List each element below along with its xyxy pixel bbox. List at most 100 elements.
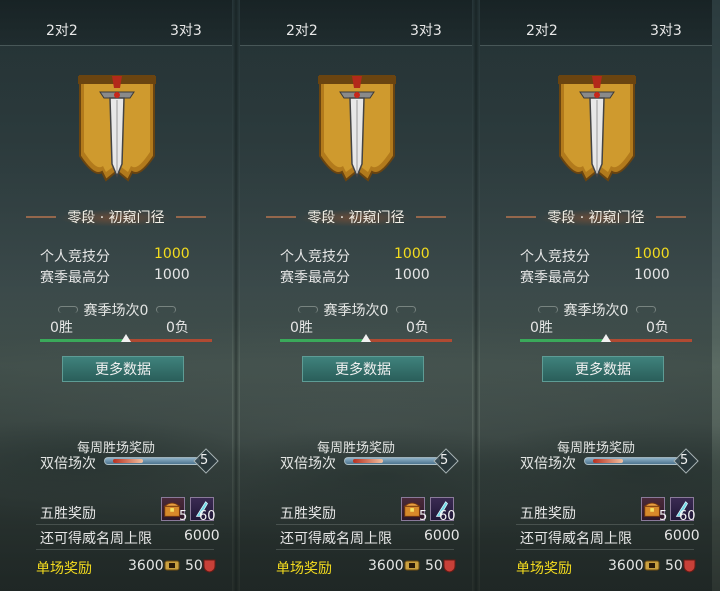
win-ratio-fill [520,339,606,342]
arena-panel-3: 2对2 3对3 零段 · 初窥门径 个人竞技分 1000 赛季最高分 1000 … [480,0,712,591]
wins-count: 0胜 [50,320,73,336]
weekly-reward-title: 每周胜场奖励 [76,441,155,456]
tab-3v3[interactable]: 3对3 [410,20,442,40]
losses-count: 0负 [406,320,429,336]
chest-count: 5 [419,509,428,524]
rank-ornament-left [266,216,296,218]
cloud-ornament-icon [156,306,176,313]
rank-title: 零段 · 初窥门径 [26,207,206,229]
single-reward-coins: 3600 [368,558,404,574]
shield-icon [203,559,216,573]
mode-tabs: 2对2 3对3 [240,0,472,46]
more-data-button[interactable]: 更多数据 [62,356,184,382]
prestige-limit-value: 6000 [184,528,220,544]
row-divider [36,524,214,525]
arena-panel-1: 2对2 3对3 零段 · 初窥门径 个人竞技分 1000 赛季最高分 1000 … [0,0,232,591]
coin-icon [164,560,180,571]
cloud-ornament-icon [636,306,656,313]
more-data-button[interactable]: 更多数据 [302,356,424,382]
single-reward-label: 单场奖励 [36,561,92,577]
panel-divider [232,0,240,591]
single-reward-coins: 3600 [608,558,644,574]
single-reward-label: 单场奖励 [276,561,332,577]
rank-title-text: 零段 · 初窥门径 [547,210,645,226]
coin-icon [404,560,420,571]
double-matches-progress [584,457,680,465]
rank-ornament-right [656,216,686,218]
row-divider [36,549,214,550]
personal-score-label: 个人竞技分 [40,249,110,265]
double-matches-progress [104,457,200,465]
feather-count: 60 [439,509,456,524]
personal-score-value: 1000 [154,246,190,262]
win-ratio-marker [121,334,131,342]
cloud-ornament-icon [396,306,416,313]
weekly-reward-title: 每周胜场奖励 [556,441,635,456]
double-matches-label: 双倍场次 [520,456,576,472]
single-reward-label: 单场奖励 [516,561,572,577]
double-matches-glow [113,459,143,463]
double-matches-label: 双倍场次 [280,456,336,472]
season-matches: 赛季场次0 [323,303,389,319]
panel-divider [472,0,480,591]
tab-3v3[interactable]: 3对3 [650,20,682,40]
tab-divider [480,45,712,46]
shield-icon [443,559,456,573]
single-reward-honor: 50 [185,558,203,574]
sword-banner-emblem-icon [558,75,636,182]
tab-2v2[interactable]: 2对2 [286,20,318,40]
double-matches-count: 5 [680,453,689,468]
season-matches: 赛季场次0 [563,303,629,319]
season-best-value: 1000 [394,267,430,283]
double-matches-glow [593,459,623,463]
row-divider [276,549,454,550]
rank-ornament-left [506,216,536,218]
more-data-button[interactable]: 更多数据 [542,356,664,382]
season-best-label: 赛季最高分 [520,270,590,286]
season-best-label: 赛季最高分 [40,270,110,286]
mode-tabs: 2对2 3对3 [480,0,712,46]
wins-count: 0胜 [290,320,313,336]
tab-2v2[interactable]: 2对2 [46,20,78,40]
coin-icon [644,560,660,571]
row-divider [276,524,454,525]
win-ratio-fill [40,339,126,342]
weekly-reward-title: 每周胜场奖励 [316,441,395,456]
single-reward-honor: 50 [665,558,683,574]
double-matches-count: 5 [200,453,209,468]
arena-panel-2: 2对2 3对3 零段 · 初窥门径 个人竞技分 1000 赛季最高分 1000 … [240,0,472,591]
season-best-label: 赛季最高分 [280,270,350,286]
five-win-reward-label: 五胜奖励 [280,506,336,522]
personal-score-value: 1000 [394,246,430,262]
five-win-reward-label: 五胜奖励 [520,506,576,522]
prestige-limit-label: 还可得威名周上限 [280,531,392,547]
tab-divider [240,45,472,46]
chest-count: 5 [179,509,188,524]
tab-divider [0,45,232,46]
personal-score-label: 个人竞技分 [280,249,350,265]
season-best-value: 1000 [154,267,190,283]
tab-2v2[interactable]: 2对2 [526,20,558,40]
row-divider [516,549,694,550]
win-ratio-marker [361,334,371,342]
sword-banner-emblem-icon [78,75,156,182]
sword-banner-emblem-icon [318,75,396,182]
losses-count: 0负 [646,320,669,336]
season-best-value: 1000 [634,267,670,283]
double-matches-count: 5 [440,453,449,468]
wins-count: 0胜 [530,320,553,336]
double-matches-glow [353,459,383,463]
mode-tabs: 2对2 3对3 [0,0,232,46]
win-ratio-marker [601,334,611,342]
prestige-limit-label: 还可得威名周上限 [40,531,152,547]
prestige-limit-label: 还可得威名周上限 [520,531,632,547]
row-divider [516,524,694,525]
rank-title-text: 零段 · 初窥门径 [307,210,405,226]
season-matches: 赛季场次0 [83,303,149,319]
tab-3v3[interactable]: 3对3 [170,20,202,40]
rank-title: 零段 · 初窥门径 [506,207,686,229]
rank-ornament-right [176,216,206,218]
single-reward-honor: 50 [425,558,443,574]
double-matches-label: 双倍场次 [40,456,96,472]
rank-title-text: 零段 · 初窥门径 [67,210,165,226]
